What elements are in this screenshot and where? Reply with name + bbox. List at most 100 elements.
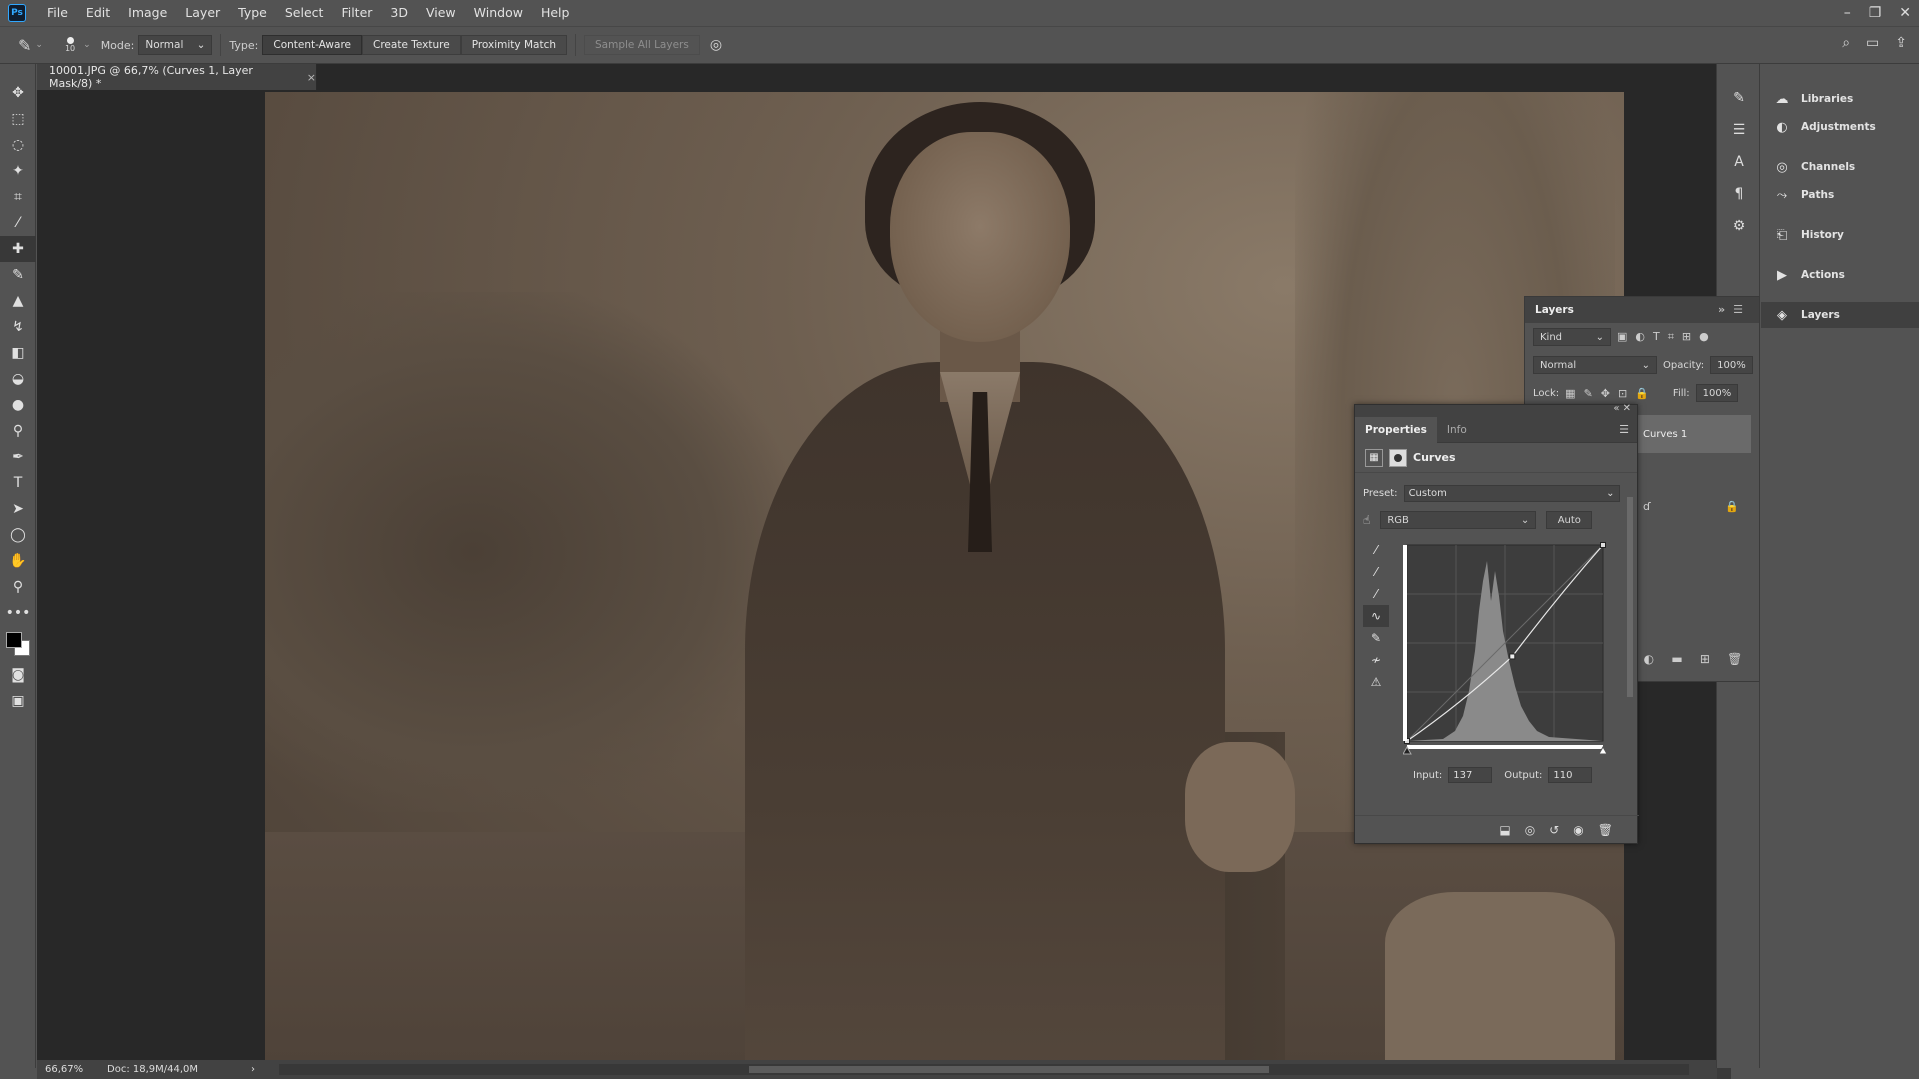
proximity-match-button[interactable]: Proximity Match — [460, 35, 568, 55]
filter-icons[interactable]: ▣◐T⌗⊞● — [1617, 330, 1717, 344]
pen-tool-icon[interactable]: ✒ — [0, 444, 36, 470]
preset-select[interactable]: Custom ⌄ — [1403, 485, 1620, 502]
menu-3d[interactable]: 3D — [381, 0, 417, 26]
color-swatches[interactable] — [0, 626, 36, 662]
magic-wand-tool-icon[interactable]: ✦ — [0, 158, 36, 184]
trash-icon[interactable]: 🗑 — [1598, 823, 1613, 837]
tab-properties[interactable]: Properties — [1355, 416, 1437, 443]
trash-icon[interactable]: 🗑 — [1727, 652, 1742, 666]
pressure-icon[interactable]: ◎ — [710, 37, 722, 53]
chevron-down-icon[interactable]: ⌄ — [35, 40, 43, 50]
quick-mask-icon[interactable]: ◙ — [0, 662, 36, 688]
scroll-thumb[interactable] — [749, 1066, 1269, 1073]
target-adjustment-icon[interactable]: ☝ — [1363, 513, 1370, 527]
new-layer-icon[interactable]: ⊞ — [1700, 652, 1710, 666]
eyedropper-tool-icon[interactable]: ⁄ — [0, 210, 36, 236]
tab-info[interactable]: Info — [1437, 417, 1477, 443]
content-aware-button[interactable]: Content-Aware — [262, 35, 363, 55]
zoom-tool-icon[interactable]: ⚲ — [0, 574, 36, 600]
create-texture-button[interactable]: Create Texture — [362, 35, 461, 55]
output-field[interactable]: 110 — [1548, 767, 1593, 783]
fill-field[interactable]: 100% — [1695, 384, 1739, 402]
chevron-right-icon[interactable]: › — [251, 1064, 255, 1075]
scroll-thumb[interactable] — [1627, 497, 1633, 697]
menu-edit[interactable]: Edit — [77, 0, 119, 26]
panel-history[interactable]: ⎗ History — [1761, 222, 1919, 248]
kind-filter-select[interactable]: Kind ⌄ — [1533, 328, 1611, 346]
close-panel-icon[interactable]: « ✕ — [1613, 403, 1631, 414]
panel-adjustments[interactable]: ◐ Adjustments — [1761, 114, 1919, 140]
menu-image[interactable]: Image — [119, 0, 176, 26]
layer-row-background[interactable]: ɗ 🔒 — [1635, 493, 1751, 519]
curves-adjustment-icon[interactable]: ▦ — [1365, 448, 1383, 467]
document-tab[interactable]: 10001.JPG @ 66,7% (Curves 1, Layer Mask/… — [37, 64, 317, 90]
white-point-eyedropper-icon[interactable]: ⁄ — [1363, 583, 1389, 605]
lock-icons[interactable]: ▦✎✥⊡🔒 — [1565, 387, 1657, 400]
paragraph-icon[interactable]: ¶ — [1717, 180, 1761, 208]
zoom-level[interactable]: 66,67% — [37, 1064, 107, 1075]
curve-point-white[interactable] — [1600, 542, 1606, 548]
search-icon[interactable]: ⌕ — [1842, 35, 1850, 51]
marquee-tool-icon[interactable]: ⬚ — [0, 106, 36, 132]
folder-icon[interactable]: ▬ — [1671, 652, 1682, 666]
menu-type[interactable]: Type — [229, 0, 276, 26]
stamp-tool-icon[interactable]: ▲ — [0, 288, 36, 314]
gray-point-eyedropper-icon[interactable]: ⁄ — [1363, 561, 1389, 583]
smooth-curve-icon[interactable]: ≁ — [1363, 649, 1389, 671]
workspace-icon[interactable]: ▭ — [1866, 35, 1879, 51]
brush-size-picker[interactable]: 10 — [65, 37, 75, 53]
healing-brush-icon[interactable]: ✎ — [18, 36, 31, 55]
channel-select[interactable]: RGB ⌄ — [1380, 511, 1537, 529]
black-point-eyedropper-icon[interactable]: ⁄ — [1363, 539, 1389, 561]
type-tool-icon[interactable]: T — [0, 470, 36, 496]
properties-drag-strip[interactable]: « ✕ — [1355, 403, 1637, 417]
layer-row-curves[interactable]: Curves 1 — [1635, 415, 1751, 453]
close-tab-icon[interactable]: × — [307, 71, 316, 84]
move-tool-icon[interactable]: ✥ — [0, 80, 36, 106]
properties-icon[interactable]: ⚙ — [1717, 212, 1761, 240]
menu-help[interactable]: Help — [532, 0, 579, 26]
adjust-sliders-icon[interactable]: ☰ — [1717, 116, 1761, 144]
path-selection-tool-icon[interactable]: ➤ — [0, 496, 36, 522]
panel-layers[interactable]: ◈ Layers — [1761, 302, 1919, 328]
layer-mask-icon[interactable] — [1389, 448, 1407, 467]
panel-menu-icon[interactable]: »☰ — [1718, 303, 1751, 316]
menu-file[interactable]: File — [38, 0, 77, 26]
restore-icon[interactable]: ❐ — [1869, 5, 1882, 21]
menu-window[interactable]: Window — [465, 0, 532, 26]
menu-layer[interactable]: Layer — [176, 0, 229, 26]
opacity-field[interactable]: 100% — [1710, 356, 1753, 374]
pencil-draw-icon[interactable]: ✎ — [1363, 627, 1389, 649]
menu-select[interactable]: Select — [276, 0, 333, 26]
mode-select[interactable]: Normal ⌄ — [138, 35, 213, 55]
foreground-color[interactable] — [6, 632, 22, 648]
curve-point-tool-icon[interactable]: ∿ — [1363, 605, 1389, 627]
chevron-down-icon[interactable]: ⌄ — [83, 40, 91, 50]
paint-bucket-tool-icon[interactable]: ◒ — [0, 366, 36, 392]
screen-mode-icon[interactable]: ▣ — [0, 688, 36, 714]
clipping-warning-icon[interactable]: ⚠ — [1363, 671, 1389, 693]
blur-tool-icon[interactable]: ● — [0, 392, 36, 418]
ellipse-tool-icon[interactable]: ◯ — [0, 522, 36, 548]
curve-point-selected[interactable] — [1509, 653, 1516, 660]
panel-actions[interactable]: ▶ Actions — [1761, 262, 1919, 288]
clip-to-layer-icon[interactable]: ⬓ — [1499, 823, 1510, 837]
reset-icon[interactable]: ↺ — [1549, 823, 1559, 837]
horizontal-scrollbar[interactable] — [279, 1064, 1689, 1075]
menu-filter[interactable]: Filter — [332, 0, 381, 26]
share-icon[interactable]: ⇪ — [1895, 35, 1907, 51]
panel-paths[interactable]: ⤳ Paths — [1761, 182, 1919, 208]
properties-scrollbar[interactable] — [1625, 489, 1635, 809]
panel-libraries[interactable]: ☁ Libraries — [1761, 86, 1919, 112]
crop-tool-icon[interactable]: ⌗ — [0, 184, 36, 210]
curves-graph[interactable] — [1403, 541, 1609, 755]
view-previous-icon[interactable]: ◎ — [1525, 823, 1535, 837]
hand-tool-icon[interactable]: ✋ — [0, 548, 36, 574]
sample-all-layers-checkbox[interactable]: Sample All Layers — [584, 35, 700, 55]
lasso-tool-icon[interactable]: ◌ — [0, 132, 36, 158]
history-brush-tool-icon[interactable]: ↯ — [0, 314, 36, 340]
dodge-tool-icon[interactable]: ⚲ — [0, 418, 36, 444]
panel-channels[interactable]: ◎ Channels — [1761, 154, 1919, 180]
eraser-tool-icon[interactable]: ◧ — [0, 340, 36, 366]
brush-settings-icon[interactable]: ✎ — [1717, 84, 1761, 112]
